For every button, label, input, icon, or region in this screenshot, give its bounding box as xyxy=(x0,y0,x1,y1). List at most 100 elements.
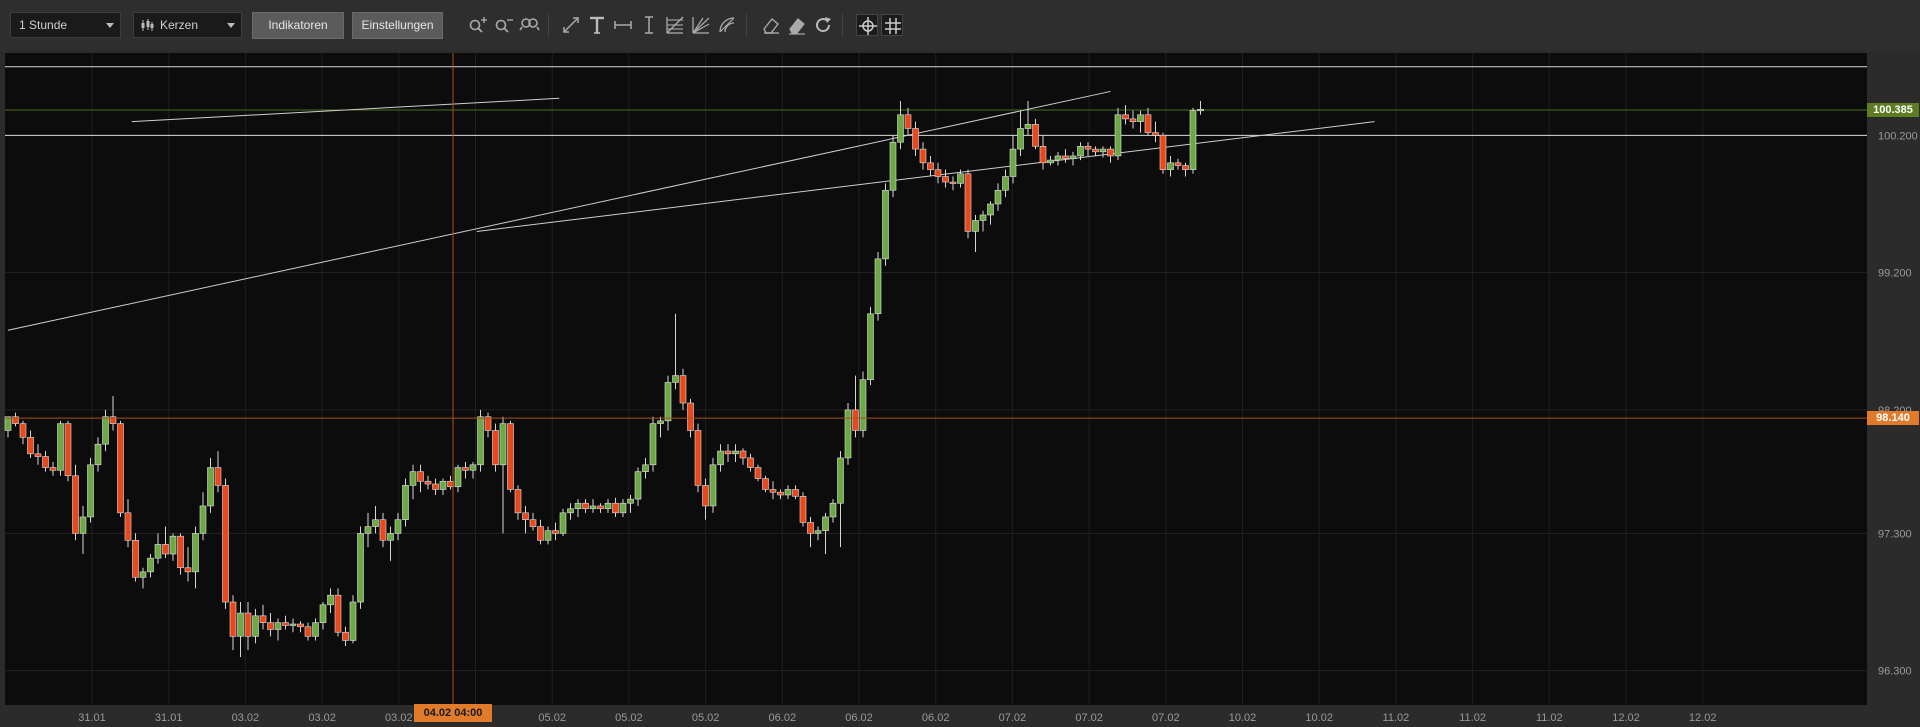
candle-up xyxy=(844,409,852,459)
x-tick-label: 11.02 xyxy=(1459,712,1486,724)
candle-down xyxy=(507,423,514,490)
candle-up xyxy=(1009,148,1017,177)
crosshair-time-tag: 04.02 04:00 xyxy=(414,704,492,722)
candle-down xyxy=(792,489,799,497)
x-tick-label: 12.02 xyxy=(1689,712,1717,724)
candle-up xyxy=(1024,124,1032,129)
candle-up xyxy=(642,464,649,472)
candle-up xyxy=(897,114,904,143)
candle-up xyxy=(477,416,484,466)
candle-up xyxy=(1197,108,1204,112)
candle-up xyxy=(394,519,402,534)
candle-down xyxy=(762,478,769,490)
candle-down xyxy=(1174,162,1182,166)
x-tick-label: 12.02 xyxy=(1612,712,1640,724)
chart-type-select[interactable]: Kerzen xyxy=(133,12,242,38)
candle-up xyxy=(874,258,882,315)
indicators-button[interactable]: Indikatoren xyxy=(252,12,344,39)
candle-down xyxy=(919,148,927,164)
candle-up xyxy=(454,467,462,488)
candle-down xyxy=(132,539,139,578)
candle-down xyxy=(537,526,544,541)
fan-icon[interactable] xyxy=(690,14,712,36)
fibonacci-icon[interactable] xyxy=(664,14,686,36)
refresh-icon[interactable] xyxy=(812,14,834,36)
candle-down xyxy=(694,430,702,486)
price-chart[interactable]: 100.20099.20098.20097.30096.300 31.0131.… xyxy=(0,51,1920,727)
candle-down xyxy=(679,375,687,404)
candle-down xyxy=(597,505,604,510)
grid-icon[interactable] xyxy=(881,14,903,36)
candle-down xyxy=(177,535,184,569)
candle-down xyxy=(769,489,777,493)
candle-up xyxy=(402,485,409,520)
candle-up xyxy=(169,535,177,555)
candle-up xyxy=(87,464,94,518)
candle-up xyxy=(469,464,477,471)
candle-down xyxy=(162,544,169,555)
candle-down xyxy=(184,567,192,573)
candle-up xyxy=(1099,148,1107,153)
candle-down xyxy=(927,162,934,170)
candle-up xyxy=(867,313,874,380)
text-icon[interactable] xyxy=(586,14,608,36)
candle-up xyxy=(589,505,597,510)
candlestick-chart-canvas[interactable]: 100.20099.20098.20097.30096.300 31.0131.… xyxy=(0,51,1920,727)
candle-down xyxy=(522,512,529,520)
candle-down xyxy=(934,169,942,177)
candle-down xyxy=(379,519,387,541)
x-tick-label: 06.02 xyxy=(922,712,950,724)
candle-up xyxy=(327,594,334,606)
candle-down xyxy=(72,475,79,534)
candle-down xyxy=(1092,148,1099,153)
candle-down xyxy=(304,626,312,637)
horizontal-line-icon[interactable] xyxy=(612,14,634,36)
candle-up xyxy=(1017,128,1024,150)
clear-all-icon[interactable] xyxy=(786,14,808,36)
candle-up xyxy=(154,544,162,559)
candle-up xyxy=(409,471,417,486)
crosshair-price-tag: 98.140 xyxy=(1867,411,1919,426)
chevron-down-icon xyxy=(106,23,114,28)
candle-up xyxy=(859,379,867,431)
candle-up xyxy=(1114,114,1122,157)
candle-down xyxy=(807,522,814,534)
toolbar-separator xyxy=(842,14,843,36)
candle-up xyxy=(559,512,567,534)
candle-down xyxy=(124,512,132,541)
trendline-icon[interactable] xyxy=(560,14,582,36)
eraser-icon[interactable] xyxy=(760,14,782,36)
candle-up xyxy=(199,505,207,534)
zoom-out-icon[interactable] xyxy=(492,14,514,36)
candle-up xyxy=(987,203,994,216)
candle-up xyxy=(289,623,297,626)
candle-down xyxy=(1182,165,1189,170)
candle-up xyxy=(364,526,372,534)
candle-down xyxy=(964,173,972,232)
crosshair-icon[interactable] xyxy=(856,14,878,36)
candle-down xyxy=(492,430,499,466)
candle-down xyxy=(297,623,304,628)
candle-up xyxy=(784,489,792,496)
zoom-in-icon[interactable] xyxy=(466,14,488,36)
candle-up xyxy=(544,530,552,541)
x-tick-label: 05.02 xyxy=(538,712,566,724)
candle-down xyxy=(1144,114,1152,133)
interval-select[interactable]: 1 Stunde xyxy=(10,12,121,38)
candle-down xyxy=(1159,135,1167,170)
candle-down xyxy=(852,409,859,431)
candle-up xyxy=(634,471,642,500)
arc-icon[interactable] xyxy=(716,14,738,36)
candle-up xyxy=(627,498,634,504)
candle-up xyxy=(889,141,897,191)
candle-down xyxy=(342,631,349,641)
candle-up xyxy=(237,612,244,637)
candle-up xyxy=(102,416,109,445)
zoom-reset-icon[interactable] xyxy=(518,14,540,36)
candle-up xyxy=(837,457,844,504)
settings-button[interactable]: Einstellungen xyxy=(352,12,443,39)
candle-up xyxy=(1047,159,1054,164)
candle-down xyxy=(462,467,469,471)
vertical-line-icon[interactable] xyxy=(638,14,660,36)
candle-down xyxy=(19,423,27,438)
